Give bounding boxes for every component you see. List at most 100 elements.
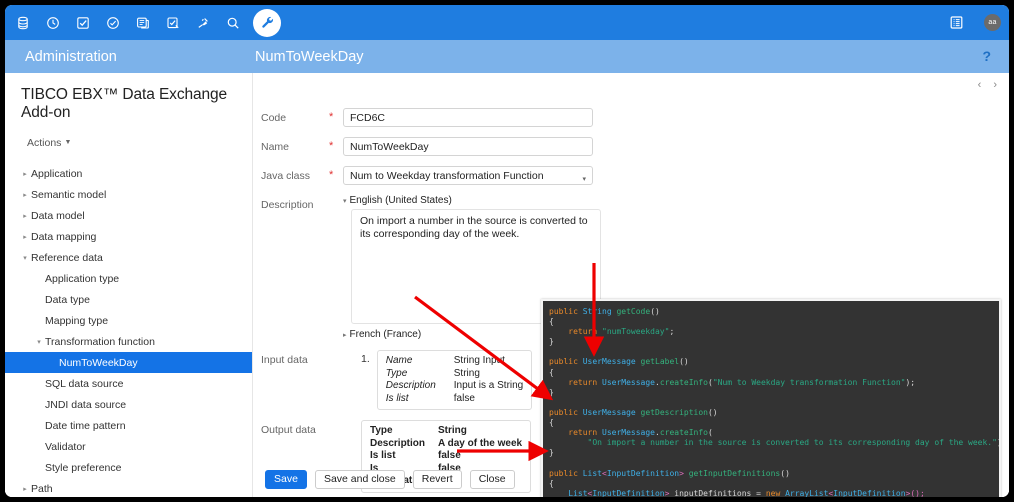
chevron-right-icon: ▸: [23, 485, 27, 493]
chevron-down-icon: ▾: [343, 198, 347, 205]
sidebar-item-label: Transformation function: [45, 335, 155, 348]
clipboard-check-icon[interactable]: [159, 9, 187, 37]
plug-icon[interactable]: [189, 9, 217, 37]
kv-key: Type: [370, 425, 393, 436]
checkbox-checked-icon[interactable]: [69, 9, 97, 37]
sidebar-item-path[interactable]: ▸ Path: [5, 478, 252, 497]
kv-row: Type String: [370, 425, 522, 438]
sidebar-item-label: Date time pattern: [45, 419, 126, 432]
help-icon[interactable]: ?: [982, 40, 991, 73]
input-data-box[interactable]: Name String Input Type String Description Inp…: [376, 350, 533, 410]
product-title: TIBCO EBX™ Data Exchange Add-on: [21, 86, 228, 121]
sidebar-item-mapping-type[interactable]: Mapping type: [5, 310, 252, 331]
kv-value: Input is a String: [453, 380, 524, 391]
chevron-down-icon: ▾: [37, 338, 41, 346]
locale-french-label: French (France): [349, 329, 422, 340]
chevron-down-icon: ▾: [582, 176, 586, 183]
wrench-icon[interactable]: [253, 8, 281, 37]
chevron-right-icon: ▸: [23, 170, 27, 178]
form-action-buttons: Save Save and close Revert Close: [265, 470, 515, 489]
sidebar-item-reference-data[interactable]: ▾ Reference data: [5, 247, 252, 268]
sidebar-item-application-type[interactable]: Application type: [5, 268, 252, 289]
save-and-close-button[interactable]: Save and close: [314, 470, 405, 489]
field-row-code: Code * FCD6C: [253, 108, 1009, 127]
sidebar-item-label: Data type: [45, 293, 90, 306]
actions-label: Actions: [27, 137, 62, 149]
search-icon[interactable]: [219, 9, 247, 37]
sidebar-item-sql-data-source[interactable]: SQL data source: [5, 373, 252, 394]
sidebar-item-label: Data mapping: [31, 230, 97, 243]
code-snippet-panel: public String getCode() { return "numTow…: [541, 299, 1001, 497]
database-icon[interactable]: [9, 9, 37, 37]
output-data-label: Output data: [261, 424, 316, 436]
field-row-java-class: Java class * Num to Weekday transformati…: [253, 166, 1009, 185]
sidebar-item-style-preference[interactable]: Style preference: [5, 457, 252, 478]
sidebar-item-jndi-data-source[interactable]: JNDI data source: [5, 394, 252, 415]
input-data-label: Input data: [261, 354, 308, 366]
chevron-right-icon: ▸: [23, 233, 27, 241]
application-window: aa Administration NumToWeekDay ? TIBCO E…: [5, 5, 1009, 497]
kv-value: false: [438, 450, 461, 461]
save-button[interactable]: Save: [265, 470, 307, 489]
kv-key: Description: [385, 380, 436, 391]
sidebar-item-numtoweekday[interactable]: NumToWeekDay: [5, 352, 252, 373]
sidebar-item-label: Path: [31, 482, 53, 495]
sidebar-item-label: Application: [31, 167, 83, 180]
locale-english-label: English (United States): [349, 195, 452, 206]
java-source-code: public String getCode() { return "numTow…: [549, 307, 999, 497]
java-class-required-marker: *: [329, 169, 334, 181]
kv-key: Description: [370, 437, 426, 449]
chevron-right-icon: ▸: [23, 212, 27, 220]
sidebar-item-application[interactable]: ▸ Application: [5, 163, 252, 184]
sidebar: TIBCO EBX™ Data Exchange Add-on Actions ▼…: [5, 73, 253, 497]
kv-row: Is list false: [386, 393, 523, 406]
document-stack-icon[interactable]: [129, 9, 157, 37]
sidebar-item-label: Style preference: [45, 461, 122, 474]
sidebar-item-label: Data model: [31, 209, 85, 222]
history-clock-icon[interactable]: [39, 9, 67, 37]
code-input[interactable]: FCD6C: [343, 108, 593, 127]
kv-value: A day of the week: [438, 437, 523, 449]
sidebar-item-data-model[interactable]: ▸ Data model: [5, 205, 252, 226]
circle-check-icon[interactable]: [99, 9, 127, 37]
sidebar-item-transformation-function[interactable]: ▾ Transformation function: [5, 331, 252, 352]
locale-english-toggle[interactable]: ▾ English (United States): [343, 195, 1009, 206]
sidebar-item-validator[interactable]: Validator: [5, 436, 252, 457]
description-label: Description: [261, 199, 314, 211]
kv-value: String: [453, 367, 480, 379]
sidebar-item-label: Validator: [45, 440, 86, 453]
close-button[interactable]: Close: [469, 470, 515, 489]
global-toolbar: aa: [5, 5, 1009, 40]
page-title: NumToWeekDay: [255, 48, 364, 65]
sidebar-item-date-time-pattern[interactable]: Date time pattern: [5, 415, 252, 436]
kv-row: Is list false: [370, 450, 522, 463]
name-label: Name: [261, 141, 290, 153]
sidebar-item-data-mapping[interactable]: ▸ Data mapping: [5, 226, 252, 247]
sidebar-item-label: Semantic model: [31, 188, 107, 201]
screenshot-root: aa Administration NumToWeekDay ? TIBCO E…: [0, 0, 1014, 502]
kv-row: Name String Input: [386, 355, 523, 368]
avatar[interactable]: aa: [984, 14, 1001, 31]
sidebar-item-semantic-model[interactable]: ▸ Semantic model: [5, 184, 252, 205]
kv-key: Type: [385, 367, 408, 379]
sidebar-item-label: NumToWeekDay: [59, 356, 138, 369]
input-data-index: 1.: [361, 353, 370, 365]
chevron-right-icon: ▸: [343, 332, 347, 339]
sidebar-item-data-type[interactable]: Data type: [5, 289, 252, 310]
code-snippet-body: public String getCode() { return "numTow…: [543, 301, 999, 497]
kv-row: Type String: [386, 368, 523, 381]
chevron-down-icon: ▾: [23, 254, 27, 262]
java-class-select[interactable]: Num to Weekday transformation Function ▾: [343, 166, 593, 185]
actions-menu[interactable]: Actions ▼: [5, 122, 252, 149]
description-required-spacer: [329, 195, 343, 198]
output-data-required-spacer: [329, 420, 343, 423]
name-input[interactable]: NumToWeekDay: [343, 137, 593, 156]
navigation-tree: ▸ Application ▸ Semantic model ▸ Data model ▸ D…: [5, 163, 252, 497]
java-class-value: Num to Weekday transformation Function: [350, 170, 544, 182]
code-required-marker: *: [329, 111, 334, 123]
code-label: Code: [261, 112, 287, 124]
kv-key: Is list: [385, 392, 409, 404]
list-view-icon[interactable]: [942, 9, 970, 37]
kv-value: String: [438, 425, 467, 436]
revert-button[interactable]: Revert: [412, 470, 462, 489]
